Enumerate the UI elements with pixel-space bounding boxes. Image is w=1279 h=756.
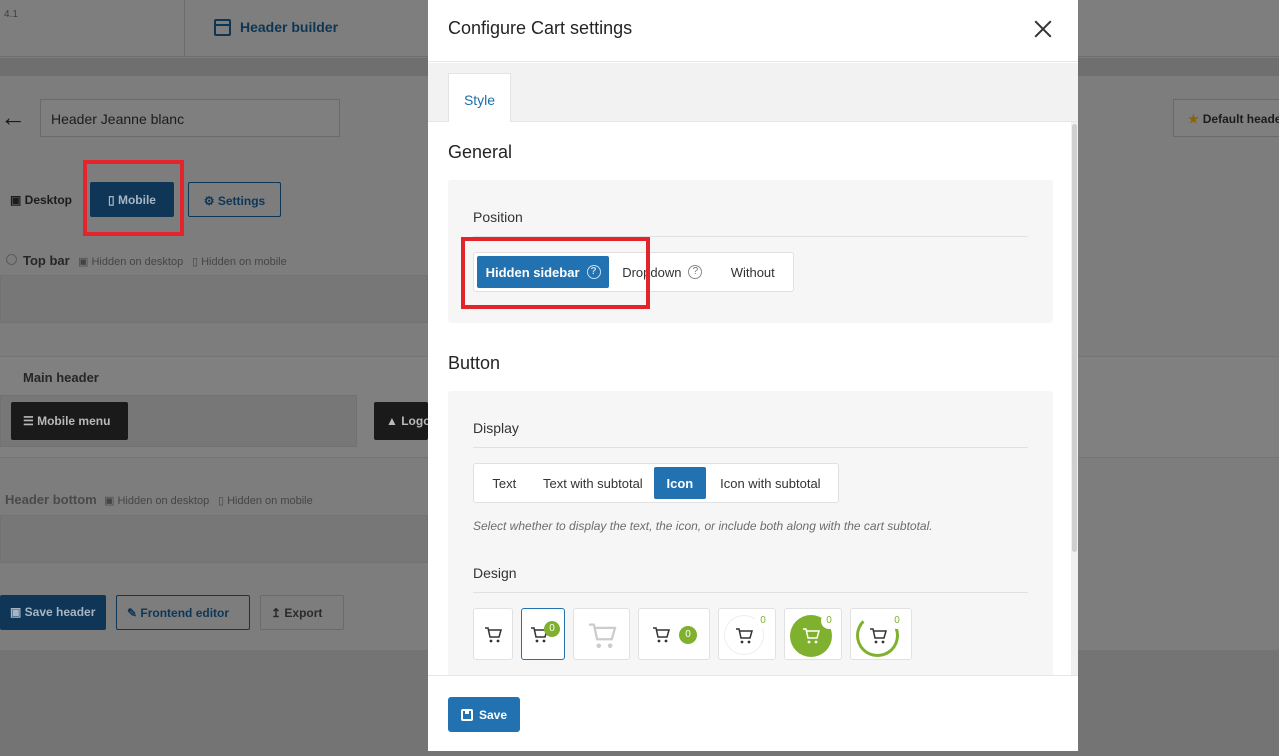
display-hint: Select whether to display the text, the … xyxy=(473,519,933,533)
logo-element[interactable]: ▲ Logo xyxy=(374,402,428,440)
default-header-button[interactable]: ★ Default header xyxy=(1173,99,1279,137)
design-divider xyxy=(473,592,1028,593)
modal-tabs: Style xyxy=(428,63,1078,123)
default-header-label: Default header xyxy=(1202,112,1279,126)
frontend-editor-button[interactable]: ✎ Frontend editor xyxy=(116,595,250,630)
design-option-badge-top[interactable]: 0 xyxy=(521,608,565,660)
modal-footer: Save xyxy=(428,675,1078,751)
version-label: 4.1 xyxy=(4,9,18,20)
cart-icon xyxy=(869,628,887,644)
logo-icon: ▲ xyxy=(386,414,402,428)
cart-count-badge: 0 xyxy=(821,613,837,629)
position-button-group: Hidden sidebar? Dropdown? Without xyxy=(473,252,794,292)
header-bottom-label: Header bottom xyxy=(5,492,97,507)
design-option-circle-outline[interactable]: 0 xyxy=(718,608,776,660)
display-icon-with-subtotal[interactable]: Icon with subtotal xyxy=(706,467,835,499)
scrollbar-thumb[interactable] xyxy=(1072,124,1077,552)
top-bar-toggle[interactable] xyxy=(6,254,17,265)
design-option-ring[interactable]: 0 xyxy=(850,608,912,660)
top-bar-label: Top bar xyxy=(23,253,70,268)
help-icon[interactable]: ? xyxy=(688,265,703,279)
export-button[interactable]: ↥ Export xyxy=(260,595,344,630)
save-header-button[interactable]: ▣ Save header xyxy=(0,595,106,630)
display-icon[interactable]: Icon xyxy=(654,467,706,499)
header-name-input[interactable]: Header Jeanne blanc xyxy=(40,99,340,137)
cart-icon xyxy=(735,628,753,644)
display-text-with-subtotal[interactable]: Text with subtotal xyxy=(532,467,654,499)
cart-icon xyxy=(652,627,670,643)
design-label: Design xyxy=(473,565,517,581)
toolbar-divider xyxy=(184,0,185,57)
design-option-plain[interactable] xyxy=(473,608,513,660)
display-label: Display xyxy=(473,420,519,436)
header-bottom-dropzone xyxy=(0,515,428,563)
upload-icon: ↥ xyxy=(271,606,285,620)
star-icon: ★ xyxy=(1188,112,1199,126)
cart-settings-modal: Configure Cart settings Style General Po… xyxy=(428,0,1078,751)
save-button-label: Save xyxy=(478,707,508,722)
display-button-group: Text Text with subtotal Icon Icon with s… xyxy=(473,463,839,503)
header-builder-title[interactable]: Header builder xyxy=(240,19,338,35)
top-bar-hint-desktop: ▣ Hidden on desktop xyxy=(78,256,184,268)
help-icon[interactable]: ? xyxy=(586,265,601,279)
button-card: Display Text Text with subtotal Icon Ico… xyxy=(448,391,1053,675)
cart-icon xyxy=(587,623,617,649)
position-without[interactable]: Without xyxy=(715,256,790,288)
tab-desktop[interactable]: ▣ Desktop xyxy=(0,182,84,217)
position-dropdown[interactable]: Dropdown? xyxy=(609,256,715,288)
tab-settings[interactable]: ⚙ Settings xyxy=(188,182,281,217)
header-bottom-hint-desktop: ▣ Hidden on desktop xyxy=(104,495,210,507)
edit-icon: ✎ xyxy=(127,606,141,620)
mobile-tab-highlight xyxy=(83,160,184,236)
close-icon[interactable] xyxy=(1026,12,1060,46)
top-bar-dropzone xyxy=(0,275,428,323)
gear-icon: ⚙ xyxy=(203,194,218,208)
main-header-label: Main header xyxy=(23,370,99,385)
button-section-title: Button xyxy=(448,353,501,373)
tab-style[interactable]: Style xyxy=(448,73,511,123)
position-label: Position xyxy=(473,209,523,225)
cart-icon xyxy=(802,628,820,644)
modal-header: Configure Cart settings xyxy=(428,0,1078,62)
tab-desktop-label: Desktop xyxy=(24,193,73,207)
mobile-icon: ▯ xyxy=(218,495,228,507)
position-hidden-sidebar[interactable]: Hidden sidebar? xyxy=(477,256,610,288)
back-arrow-icon[interactable]: ← xyxy=(0,104,26,130)
modal-scrollbar[interactable] xyxy=(1071,122,1078,675)
cart-count-badge: 0 xyxy=(679,626,697,644)
mobile-icon: ▯ xyxy=(192,256,202,268)
desktop-icon: ▣ xyxy=(10,193,25,207)
cart-count-badge: 0 xyxy=(544,621,560,637)
header-bottom-hint-mobile: ▯ Hidden on mobile xyxy=(218,495,313,507)
design-option-light-outline[interactable] xyxy=(573,608,630,660)
position-card: Position Hidden sidebar? Dropdown? Witho… xyxy=(448,180,1053,323)
position-divider xyxy=(473,236,1028,237)
cart-icon xyxy=(484,627,502,643)
tab-settings-label: Settings xyxy=(217,194,266,208)
modal-body: General Position Hidden sidebar? Dropdow… xyxy=(428,122,1078,675)
monitor-icon: ▣ xyxy=(104,495,118,507)
mobile-menu-element[interactable]: ☰ Mobile menu xyxy=(11,402,128,440)
header-builder-icon xyxy=(214,19,231,36)
general-section-title: General xyxy=(448,142,513,162)
menu-icon: ☰ xyxy=(23,414,38,428)
display-divider xyxy=(473,447,1028,448)
cart-count-badge: 0 xyxy=(755,613,771,629)
save-icon xyxy=(460,708,473,721)
save-button[interactable]: Save xyxy=(448,697,520,732)
design-option-filled-circle[interactable]: 0 xyxy=(784,608,842,660)
design-option-badge-right[interactable]: 0 xyxy=(638,608,710,660)
cart-count-badge: 0 xyxy=(889,613,905,629)
modal-title: Configure Cart settings xyxy=(448,18,633,38)
display-text[interactable]: Text xyxy=(477,467,532,499)
save-icon: ▣ xyxy=(10,605,25,619)
monitor-icon: ▣ xyxy=(78,256,92,268)
top-bar-hint-mobile: ▯ Hidden on mobile xyxy=(192,256,287,268)
